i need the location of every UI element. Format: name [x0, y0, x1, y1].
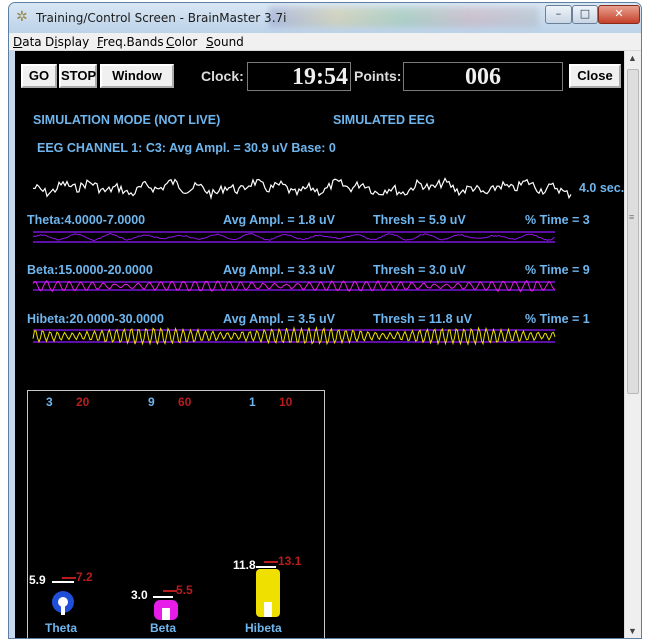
theta-avg-ampl: Avg Ampl. = 1.8 uV — [223, 213, 335, 227]
band-waveform — [32, 232, 556, 242]
theta-percent: 3 — [46, 395, 53, 409]
menu-freq-bands[interactable]: Freq.Bands — [97, 35, 164, 49]
beta-target: 60 — [178, 395, 192, 409]
raw-eeg-waveform — [32, 177, 572, 201]
background-blur — [269, 7, 539, 27]
theta-band-label: Theta:4.0000-7.0000 — [27, 213, 146, 227]
beta-threshold-line — [153, 596, 173, 598]
theta-feedback-icon — [52, 591, 74, 615]
theta-threshold-value: 5.9 — [29, 573, 46, 587]
beta-max-line — [163, 590, 177, 592]
window-title: Training/Control Screen - BrainMaster 3.… — [36, 11, 287, 25]
beta-percent: 9 — [148, 395, 155, 409]
beta-band-label: Beta:15.0000-20.0000 — [27, 263, 153, 277]
hibeta-avg-ampl: Avg Ampl. = 3.5 uV — [223, 312, 335, 326]
theta-max-line — [62, 577, 76, 579]
app-icon: ✲ — [16, 9, 28, 25]
beta-avg-ampl: Avg Ampl. = 3.3 uV — [223, 263, 335, 277]
menu-data[interactable]: Data — [13, 35, 42, 49]
theta-max-value: 7.2 — [76, 570, 93, 584]
beta-threshold-value: 3.0 — [131, 588, 148, 602]
menu-display[interactable]: Display — [45, 35, 89, 49]
hibeta-band-label: Hibeta:20.0000-30.0000 — [27, 312, 164, 326]
beta-meter-label: Beta — [150, 621, 177, 635]
menu-bar: Data Display Freq.Bands Color Sound — [9, 33, 641, 51]
hibeta-meter-label: Hibeta — [245, 621, 282, 635]
theta-time: % Time = 3 — [525, 213, 590, 227]
beta-max-value: 5.5 — [176, 583, 193, 597]
minimize-button[interactable]: – — [545, 5, 572, 24]
hibeta-threshold-value: 11.8 — [233, 558, 256, 572]
hibeta-time: % Time = 1 — [525, 312, 590, 326]
title-bar[interactable]: ✲ Training/Control Screen - BrainMaster … — [9, 3, 641, 33]
beta-feedback-icon — [154, 600, 178, 620]
scroll-thumb[interactable] — [627, 69, 639, 394]
scroll-down-arrow[interactable]: ▼ — [628, 626, 637, 636]
beta-thresh: Thresh = 3.0 uV — [373, 263, 466, 277]
beta-time: % Time = 9 — [525, 263, 590, 277]
theta-meter-label: Theta — [45, 621, 78, 635]
app-window: ✲ Training/Control Screen - BrainMaster … — [8, 2, 642, 639]
scroll-up-arrow[interactable]: ▲ — [628, 53, 637, 63]
hibeta-feedback-icon — [256, 569, 280, 617]
theta-threshold-line — [52, 581, 74, 583]
scroll-grip-icon: ≡ — [629, 212, 635, 222]
theta-target: 20 — [76, 395, 90, 409]
theta-thresh: Thresh = 5.9 uV — [373, 213, 466, 227]
hibeta-max-line — [264, 561, 278, 563]
hibeta-target: 10 — [279, 395, 293, 409]
close-window-button[interactable]: ✕ — [598, 5, 640, 24]
hibeta-max-value: 13.1 — [278, 554, 302, 568]
menu-sound[interactable]: Sound — [206, 35, 244, 49]
menu-color[interactable]: Color — [166, 35, 197, 49]
maximize-button[interactable]: □ — [572, 5, 598, 24]
thermometer-panel: 3 20 9 60 1 10 5.9 7.2 Theta 3.0 5.5 Bet… — [27, 390, 325, 638]
hibeta-thresh: Thresh = 11.8 uV — [373, 312, 473, 326]
vertical-scrollbar[interactable]: ▲ ≡ ▼ — [624, 51, 641, 638]
training-screen: GO STOP Window Clock: 19:54 Points: 006 … — [15, 51, 641, 638]
hibeta-percent: 1 — [249, 395, 256, 409]
